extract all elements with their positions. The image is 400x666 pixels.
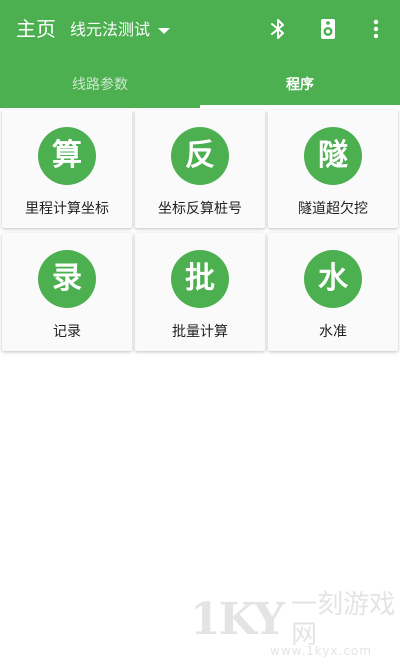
watermark: 1KY 一刻游戏网 www.1kyx.com xyxy=(190,590,400,662)
toolbar: 主页 线元法测试 xyxy=(0,0,400,60)
bluetooth-icon[interactable] xyxy=(265,16,291,42)
speaker-icon[interactable] xyxy=(315,16,341,42)
card-label: 隧道超欠挖 xyxy=(298,201,368,217)
record-icon: 录 xyxy=(52,261,82,296)
tab-indicator xyxy=(200,105,400,108)
tab-route-params[interactable]: 线路参数 xyxy=(0,60,200,108)
card-icon: 算 xyxy=(38,127,96,185)
card-icon: 批 xyxy=(171,250,229,308)
card-mileage-to-coordinates[interactable]: 算 里程计算坐标 xyxy=(2,110,132,228)
batch-icon: 批 xyxy=(185,261,215,296)
more-vert-icon[interactable] xyxy=(363,16,389,42)
card-icon: 水 xyxy=(304,250,362,308)
card-tunnel-overbreak[interactable]: 隧 隧道超欠挖 xyxy=(268,110,398,228)
card-label: 批量计算 xyxy=(172,324,228,340)
card-label: 坐标反算桩号 xyxy=(158,201,242,217)
card-icon: 录 xyxy=(38,250,96,308)
project-name: 线元法测试 xyxy=(70,20,151,39)
level-icon: 水 xyxy=(318,261,348,296)
tab-programs[interactable]: 程序 xyxy=(200,60,400,108)
watermark-logo: 1KY xyxy=(190,594,285,645)
card-coordinates-to-station[interactable]: 反 坐标反算桩号 xyxy=(135,110,265,228)
card-label: 记录 xyxy=(53,324,81,340)
page-title: 主页 xyxy=(16,17,56,41)
watermark-url: www.1kyx.com xyxy=(270,644,372,658)
card-batch-calc[interactable]: 批 批量计算 xyxy=(135,233,265,351)
tab-label: 线路参数 xyxy=(72,77,128,93)
reverse-icon: 反 xyxy=(185,138,215,173)
tab-label: 程序 xyxy=(286,77,314,93)
card-label: 里程计算坐标 xyxy=(25,201,109,217)
card-records[interactable]: 录 记录 xyxy=(2,233,132,351)
card-leveling[interactable]: 水 水准 xyxy=(268,233,398,351)
card-label: 水准 xyxy=(319,324,347,340)
project-dropdown[interactable]: 线元法测试 xyxy=(70,18,171,42)
tunnel-icon: 隧 xyxy=(318,138,348,173)
program-grid: 算 里程计算坐标 反 坐标反算桩号 隧 隧道超欠挖 录 记录 批 批量计算 水 … xyxy=(2,110,398,351)
app-bar: 主页 线元法测试 线路参数 程序 xyxy=(0,0,400,108)
card-icon: 反 xyxy=(171,127,229,185)
watermark-row: 1KY 一刻游戏网 xyxy=(190,590,400,650)
chevron-down-icon xyxy=(158,28,171,34)
card-icon: 隧 xyxy=(304,127,362,185)
calc-icon: 算 xyxy=(52,138,82,173)
watermark-name: 一刻游戏网 xyxy=(291,590,396,650)
tab-bar: 线路参数 程序 xyxy=(0,60,400,108)
